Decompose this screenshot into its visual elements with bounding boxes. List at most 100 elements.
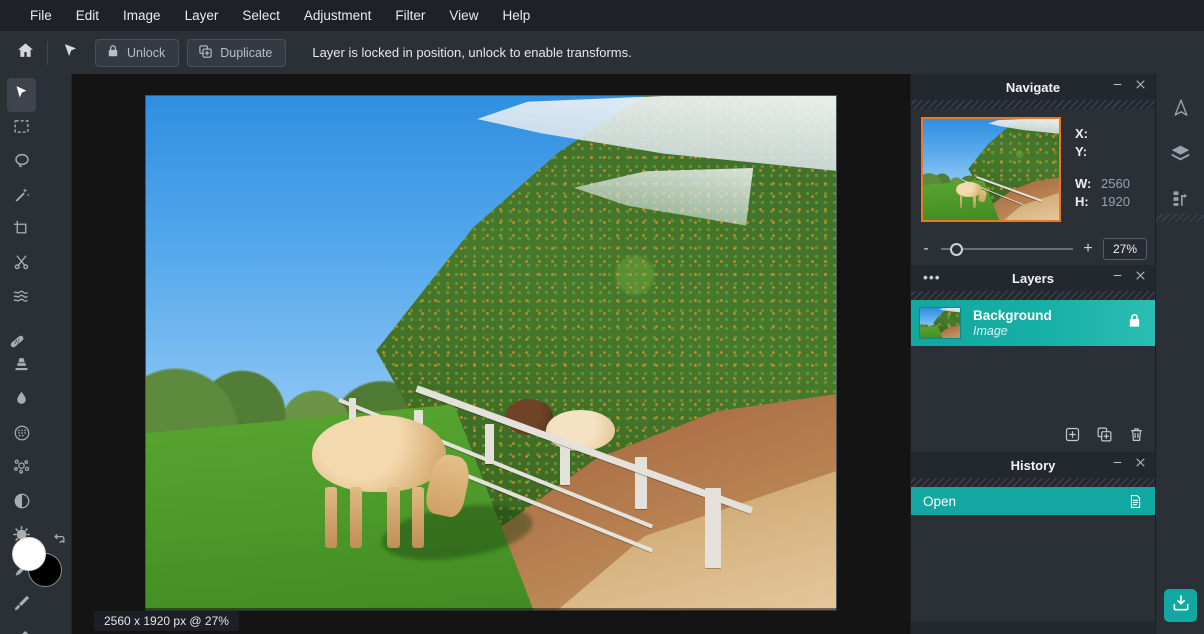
zoom-value-input[interactable]: 27% [1103, 238, 1147, 260]
dashed-rectangle-icon [13, 118, 30, 140]
magic-wand-icon [13, 186, 31, 209]
layer-text: Background Image [973, 308, 1126, 339]
tool-scissors[interactable] [7, 248, 36, 282]
menu-item-select[interactable]: Select [230, 0, 292, 31]
menu-item-image[interactable]: Image [111, 0, 173, 31]
tool-magic-wand[interactable] [7, 180, 36, 214]
delete-layer-button[interactable] [1125, 426, 1147, 448]
history-close-button[interactable] [1134, 456, 1147, 474]
alpaca [298, 414, 473, 549]
menu-item-layer[interactable]: Layer [173, 0, 231, 31]
tool-crop[interactable] [7, 214, 36, 248]
lock-icon [1126, 313, 1143, 333]
right-panel-column: Navigate X: Y: W: 2560 H: 1920 - + 27% •… [910, 74, 1155, 634]
layers-close-button[interactable] [1134, 269, 1147, 287]
navigate-minimize-button[interactable] [1111, 78, 1124, 96]
layers-drag-handle[interactable] [911, 291, 1155, 300]
tool-contrast[interactable] [7, 486, 36, 520]
history-steps-icon [1171, 188, 1191, 213]
canvas-area[interactable]: 2560 x 1920 px @ 27% [72, 74, 910, 634]
unlock-button-label: Unlock [127, 45, 166, 60]
menu-item-edit[interactable]: Edit [64, 0, 111, 31]
navigator-y-row: Y: [1075, 143, 1145, 161]
document-icon [1128, 494, 1143, 509]
tool-particles[interactable] [7, 452, 36, 486]
menu-item-filter[interactable]: Filter [383, 0, 437, 31]
export-button[interactable] [1164, 589, 1197, 622]
layers-panel-toggle[interactable] [1156, 133, 1204, 178]
tool-eraser[interactable] [7, 622, 36, 634]
layers-panel-title: Layers [1012, 270, 1054, 286]
more-options-icon: ••• [923, 269, 941, 285]
icon-strip-drag-handle[interactable] [1156, 214, 1204, 222]
layers-minimize-button[interactable] [1111, 269, 1124, 287]
tool-lasso-select[interactable] [7, 146, 36, 180]
dotted-circle-icon [13, 424, 31, 447]
zoom-in-button[interactable]: + [1081, 240, 1095, 258]
tool-move[interactable] [7, 78, 36, 112]
duplicate-layer-icon [198, 44, 213, 62]
zoom-controls: - + 27% [911, 232, 1155, 265]
tool-rail [0, 74, 72, 634]
move-tool-indicator[interactable] [53, 36, 87, 70]
history-minimize-button[interactable] [1111, 456, 1124, 474]
menu-item-help[interactable]: Help [490, 0, 542, 31]
half-circle-icon [13, 492, 31, 515]
layers-panel-header[interactable]: ••• Layers [911, 265, 1155, 291]
home-button[interactable] [8, 36, 42, 70]
layer-row-background[interactable]: Background Image [911, 300, 1155, 346]
layer-thumbnail [919, 307, 961, 339]
layers-panel: ••• Layers Background Image [911, 265, 1155, 452]
cursor-arrow-icon [13, 84, 30, 106]
lasso-icon [13, 152, 31, 175]
tool-blur[interactable] [7, 384, 36, 418]
document-canvas[interactable] [145, 95, 837, 611]
add-layer-button[interactable] [1061, 426, 1083, 448]
plus-square-icon [1064, 426, 1081, 448]
zoom-slider[interactable] [941, 241, 1073, 257]
duplicate-button-label: Duplicate [220, 45, 273, 60]
navigate-panel-header[interactable]: Navigate [911, 74, 1155, 100]
navigate-close-button[interactable] [1134, 78, 1147, 96]
history-item-label: Open [923, 493, 957, 509]
minimize-icon [1111, 269, 1124, 287]
navigator-h-value: 1920 [1101, 194, 1130, 209]
history-drag-handle[interactable] [911, 478, 1155, 487]
navigator-w-label: W: [1075, 176, 1092, 191]
tool-liquify[interactable] [7, 282, 36, 316]
foreground-color-swatch[interactable] [12, 537, 46, 571]
navigator-thumbnail[interactable] [921, 117, 1061, 222]
image-editor-window: File Edit Image Layer Select Adjustment … [0, 0, 1204, 634]
duplicate-layer-icon [1096, 426, 1113, 448]
navigate-panel-body: X: Y: W: 2560 H: 1920 [911, 109, 1155, 232]
close-icon [1134, 456, 1147, 474]
layers-options-button[interactable]: ••• [923, 269, 941, 285]
tool-halftone[interactable] [7, 418, 36, 452]
navigator-h-row: H: 1920 [1075, 193, 1145, 211]
navigate-drag-handle[interactable] [911, 100, 1155, 109]
tool-clone-stamp[interactable] [7, 350, 36, 384]
menu-item-adjustment[interactable]: Adjustment [292, 0, 384, 31]
navigate-panel-title: Navigate [1005, 79, 1061, 95]
navigator-y-label: Y: [1075, 144, 1088, 159]
zoom-slider-knob[interactable] [950, 242, 964, 256]
tool-healing[interactable] [7, 316, 36, 350]
duplicate-button[interactable]: Duplicate [187, 38, 287, 67]
close-icon [1134, 78, 1147, 96]
navigate-panel-toggle[interactable] [1156, 88, 1204, 133]
tool-marquee-select[interactable] [7, 112, 36, 146]
menu-item-file[interactable]: File [18, 0, 64, 31]
navigator-readout: X: Y: W: 2560 H: 1920 [1061, 117, 1145, 224]
minimize-icon [1111, 456, 1124, 474]
layer-lock-toggle[interactable] [1126, 312, 1143, 334]
document-size-status: 2560 x 1920 px @ 27% [94, 611, 239, 631]
swap-arrows-icon [52, 533, 67, 550]
duplicate-layer-button[interactable] [1093, 426, 1115, 448]
history-panel-header[interactable]: History [911, 452, 1155, 478]
history-item-open[interactable]: Open [911, 487, 1155, 515]
trash-icon [1128, 426, 1145, 448]
zoom-out-button[interactable]: - [919, 240, 933, 258]
unlock-button[interactable]: Unlock [95, 38, 180, 67]
swap-colors-button[interactable] [52, 531, 67, 551]
menu-item-view[interactable]: View [437, 0, 490, 31]
